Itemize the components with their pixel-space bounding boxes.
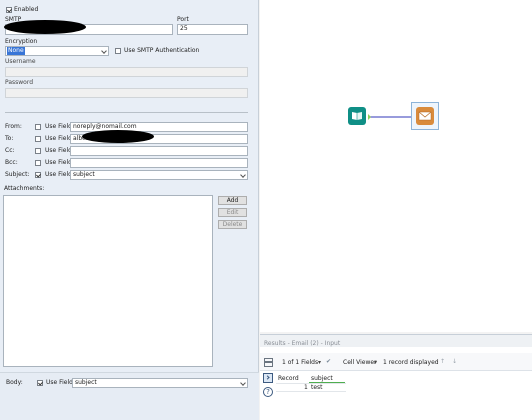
smtp-auth-checkbox[interactable]	[115, 48, 121, 54]
redaction-mark	[82, 130, 154, 143]
bcc-label: Bcc:	[5, 159, 18, 166]
encryption-label: Encryption	[5, 38, 38, 45]
input-tool[interactable]	[348, 107, 366, 125]
fields-dropdown[interactable]: 1 of 1 Fields	[282, 359, 318, 367]
to-use-field-checkbox[interactable]	[35, 136, 41, 142]
from-label: From:	[5, 123, 22, 130]
arrow-up-icon[interactable]: ↑	[440, 358, 445, 366]
cell-viewer-chevron-icon[interactable]: ▾	[374, 359, 377, 367]
row-subject-value[interactable]: test	[311, 384, 323, 392]
chevron-down-icon	[101, 48, 107, 54]
help-icon[interactable]: ?	[263, 387, 273, 397]
enabled-label: Enabled	[14, 6, 39, 13]
password-input[interactable]	[5, 88, 248, 98]
delete-button[interactable]: Delete	[218, 220, 247, 229]
attachments-label: Attachments:	[4, 185, 45, 192]
chevron-down-icon	[240, 380, 246, 386]
cell-viewer-dropdown[interactable]: Cell Viewer	[343, 359, 377, 367]
subject-use-field-label: Use Field	[45, 171, 72, 178]
column-header-record[interactable]: Record	[278, 375, 299, 383]
port-label: Port	[177, 16, 189, 23]
envelope-icon	[418, 111, 432, 121]
data-view-icon[interactable]	[263, 373, 273, 383]
cc-use-field-checkbox[interactable]	[35, 148, 41, 154]
checkmark-icon[interactable]: ✔	[326, 358, 331, 366]
bcc-use-field-label: Use Field	[45, 159, 72, 166]
smtp-auth-label: Use SMTP Authentication	[124, 47, 200, 54]
password-label: Password	[5, 79, 34, 86]
divider	[5, 112, 248, 113]
body-use-field-label: Use Field	[46, 379, 73, 386]
from-use-field-checkbox[interactable]	[35, 124, 41, 130]
body-use-field-checkbox[interactable]	[37, 380, 43, 386]
chevron-down-icon	[240, 172, 246, 178]
records-displayed: 1 record displayed	[383, 359, 439, 366]
body-label: Body:	[6, 379, 23, 386]
from-use-field-label: Use Field	[45, 123, 72, 130]
port-input[interactable]: 25	[177, 24, 248, 35]
fields-chevron-icon[interactable]: ▾	[318, 359, 321, 367]
arrow-down-icon[interactable]: ↓	[452, 358, 457, 366]
canvas-svg	[368, 114, 414, 120]
bcc-input[interactable]	[70, 158, 248, 168]
redaction-mark	[4, 20, 86, 34]
edit-button[interactable]: Edit	[218, 208, 247, 217]
email-tool[interactable]	[416, 107, 434, 125]
bcc-use-field-checkbox[interactable]	[35, 160, 41, 166]
cc-input[interactable]	[70, 146, 248, 156]
book-icon	[352, 112, 362, 120]
username-input[interactable]	[5, 67, 248, 77]
results-panel: Results - Email (2) - Input 1 of 1 Field…	[260, 334, 532, 420]
to-label: To:	[5, 135, 14, 142]
username-label: Username	[5, 58, 36, 65]
subject-label: Subject:	[5, 171, 30, 178]
body-select[interactable]: subject	[72, 378, 248, 388]
encryption-select[interactable]: None	[5, 46, 109, 56]
email-tool-selection[interactable]	[411, 102, 439, 130]
subject-select[interactable]: subject	[70, 170, 248, 180]
table-view-icon[interactable]	[264, 358, 273, 367]
workflow-canvas[interactable]	[260, 0, 532, 332]
subject-use-field-checkbox[interactable]	[35, 172, 41, 178]
cc-label: Cc:	[5, 147, 15, 154]
add-button[interactable]: Add	[218, 196, 247, 205]
to-use-field-label: Use Field	[45, 135, 72, 142]
attachments-list[interactable]	[3, 195, 213, 367]
results-title: Results - Email (2) - Input	[264, 340, 341, 347]
cc-use-field-label: Use Field	[45, 147, 72, 154]
enabled-checkbox[interactable]	[6, 7, 12, 13]
configuration-panel: Enabled SMTP Port 25 Encryption None Use…	[0, 0, 259, 420]
row-record-number: 1	[304, 384, 308, 391]
output-anchor	[368, 114, 371, 120]
